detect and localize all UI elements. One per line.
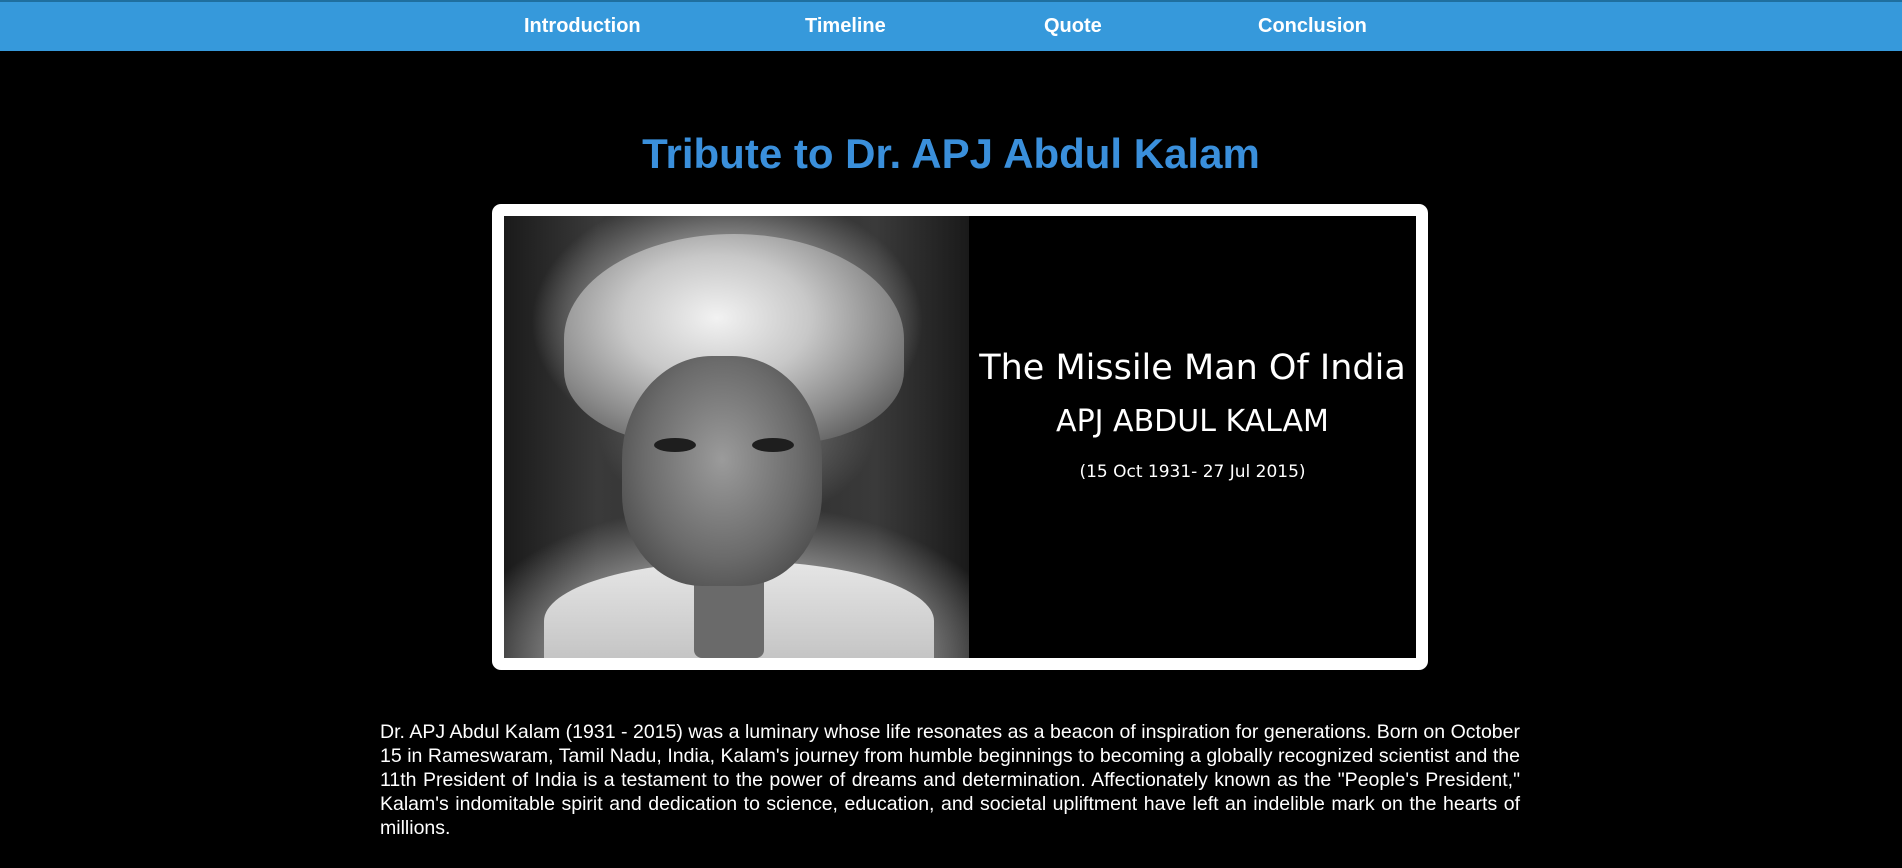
portrait-eyes <box>654 438 794 454</box>
top-navigation-bar: Introduction Timeline Quote Conclusion <box>0 0 1902 51</box>
hero-caption-title: The Missile Man Of India <box>979 348 1406 388</box>
portrait-face <box>622 356 822 586</box>
hero-caption-dates: (15 Oct 1931- 27 Jul 2015) <box>1079 462 1306 482</box>
nav-link-conclusion[interactable]: Conclusion <box>1258 15 1367 38</box>
nav-link-timeline[interactable]: Timeline <box>805 15 886 38</box>
hero-image: The Missile Man Of India APJ ABDUL KALAM… <box>504 216 1416 658</box>
intro-paragraph: Dr. APJ Abdul Kalam (1931 - 2015) was a … <box>380 721 1520 839</box>
portrait-photo <box>504 216 969 658</box>
page-title: Tribute to Dr. APJ Abdul Kalam <box>642 130 1260 177</box>
hero-image-frame: The Missile Man Of India APJ ABDUL KALAM… <box>492 204 1428 670</box>
nav-link-quote[interactable]: Quote <box>1044 15 1102 38</box>
portrait-right-eye <box>752 438 794 452</box>
page: Introduction Timeline Quote Conclusion T… <box>0 0 1902 868</box>
hero-caption-name: APJ ABDUL KALAM <box>1056 404 1329 439</box>
nav-link-introduction[interactable]: Introduction <box>524 15 641 38</box>
portrait-left-eye <box>654 438 696 452</box>
